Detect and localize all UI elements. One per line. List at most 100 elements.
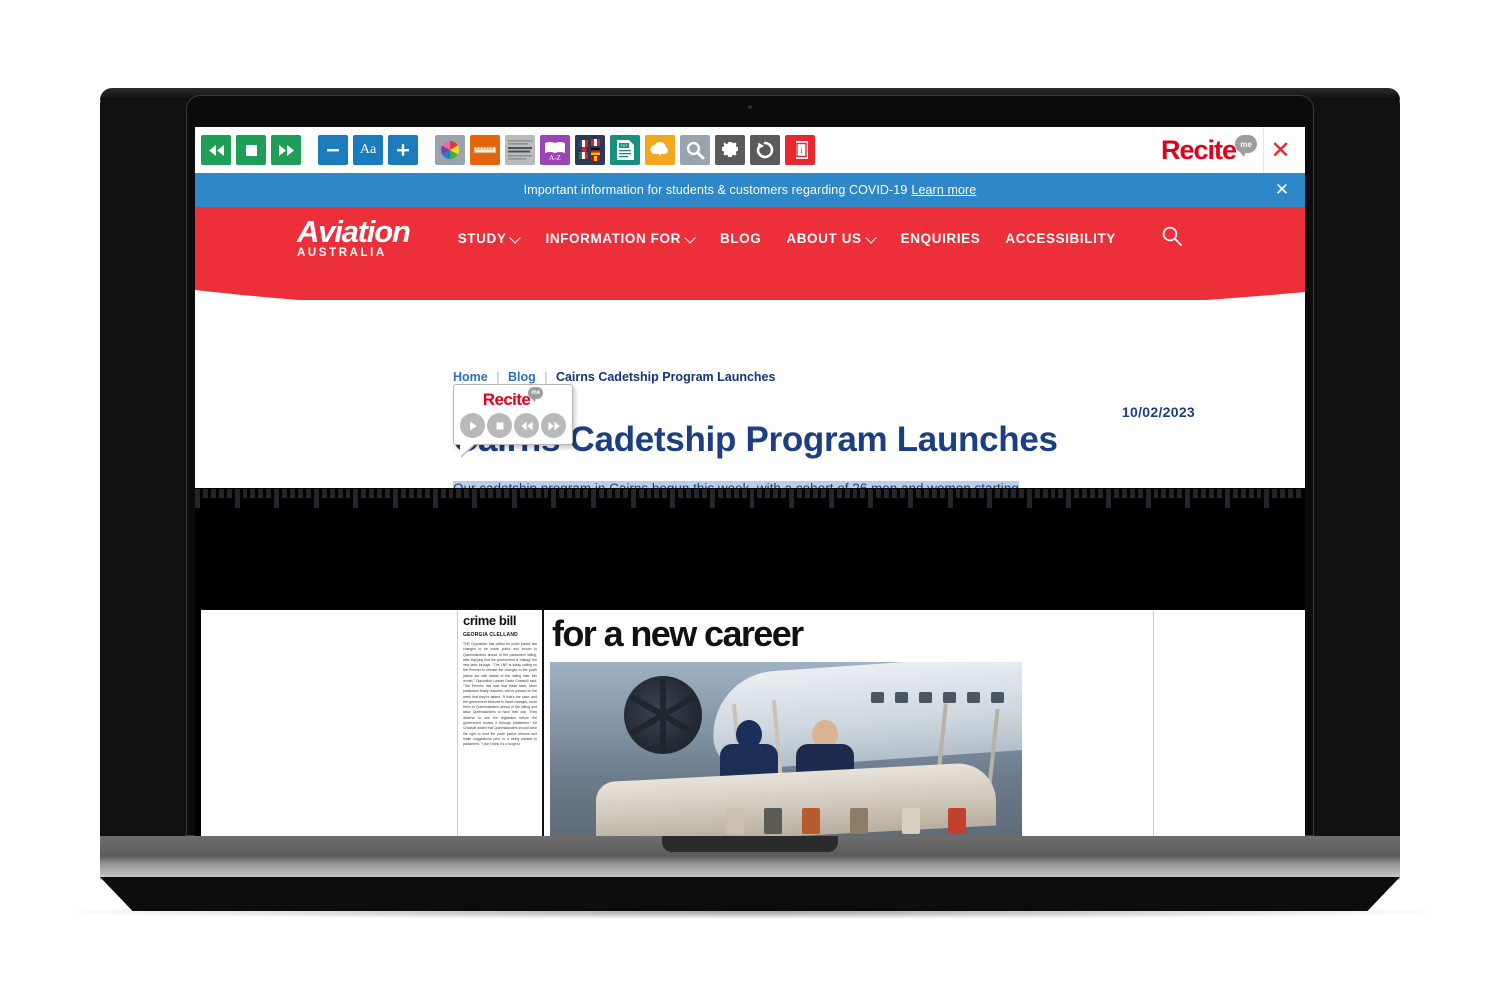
svg-text:TXT: TXT — [620, 143, 628, 148]
ruler-tick — [1058, 489, 1064, 498]
ruler-tick — [464, 489, 470, 498]
user-guide-button[interactable]: i — [785, 135, 815, 165]
covid-notice-banner: Important information for students & cus… — [195, 173, 1305, 207]
ruler-tick — [400, 489, 406, 498]
fast-forward-button[interactable] — [271, 135, 301, 165]
breadcrumb-home[interactable]: Home — [453, 370, 488, 384]
ruler-tick — [353, 489, 359, 508]
screenshot-stage: Aa A-Z TXT i Recite me ✕ Important infor… — [0, 0, 1500, 1000]
cloud-download-button[interactable] — [645, 135, 675, 165]
recite-tooltip-word: Recite — [482, 390, 531, 409]
increase-text-size-button[interactable] — [388, 135, 418, 165]
nav-item-accessibility[interactable]: ACCESSIBILITY — [1005, 231, 1116, 246]
ruler-tick — [321, 489, 327, 498]
play-button[interactable] — [460, 413, 485, 438]
ruler-tick — [1034, 489, 1040, 498]
clipping-main-story: for a new career — [544, 610, 1153, 836]
recite-tooltip-logo: Recite me — [459, 387, 567, 410]
ruler-tick — [828, 489, 834, 508]
laptop-shadow — [60, 905, 1440, 919]
ruler-tick — [1177, 489, 1183, 498]
ruler-tick — [337, 489, 343, 498]
article-page: Home | Blog | Cairns Cadetship Program L… — [195, 300, 1305, 518]
clipping-column-text: THE Opposition has called for youth just… — [463, 642, 537, 747]
ruler-tick — [1074, 489, 1080, 498]
newspaper-clipping-image: crime bill GEORGIA CLELLAND THE Oppositi… — [195, 610, 1305, 836]
ruler-tick — [583, 489, 589, 498]
colour-wheel-button[interactable] — [435, 135, 465, 165]
ruler-tick — [844, 489, 850, 498]
ruler-tick — [535, 489, 541, 498]
recite-me-tooltip: Recite me — [453, 384, 573, 445]
nav-item-list: STUDY INFORMATION FOR BLOG ABOUT US ENQU… — [458, 225, 1183, 252]
ruler-tick — [1272, 489, 1278, 498]
translate-button[interactable] — [575, 135, 605, 165]
laptop-screen: Aa A-Z TXT i Recite me ✕ Important infor… — [195, 127, 1305, 836]
ruler-tick — [1296, 489, 1302, 498]
ruler-tick — [963, 489, 969, 498]
ruler-tick — [852, 489, 858, 498]
nav-label: ENQUIRIES — [900, 230, 981, 246]
site-logo[interactable]: Aviation AUSTRALIA — [297, 216, 411, 260]
ruler-tick — [836, 489, 842, 498]
ruler-tick — [424, 489, 430, 498]
nav-item-about-us[interactable]: ABOUT US — [786, 231, 875, 246]
ruler-tick — [575, 489, 581, 498]
site-header: Aviation AUSTRALIA STUDY INFORMATION FOR… — [195, 207, 1305, 332]
magnifier-button[interactable] — [680, 135, 710, 165]
ruler-tick — [939, 489, 945, 498]
rewind-button[interactable] — [201, 135, 231, 165]
stop-button[interactable] — [487, 413, 512, 438]
ruler-tick — [488, 489, 494, 498]
paint-can — [764, 808, 782, 834]
ruler-tick — [1018, 489, 1024, 498]
decrease-text-size-button[interactable] — [318, 135, 348, 165]
ruler-tick — [591, 489, 597, 508]
stop-button[interactable] — [236, 135, 266, 165]
rewind-button[interactable] — [514, 413, 539, 438]
fast-forward-button[interactable] — [541, 413, 566, 438]
aircraft-window — [967, 692, 980, 703]
ruler-tick — [1185, 489, 1191, 508]
ruler-tick — [1026, 489, 1032, 508]
nav-label: ACCESSIBILITY — [1005, 230, 1116, 246]
close-banner-button[interactable]: ✕ — [1271, 173, 1293, 207]
nav-item-blog[interactable]: BLOG — [720, 231, 761, 246]
reset-button[interactable] — [750, 135, 780, 165]
covid-learn-more-link[interactable]: Learn more — [911, 183, 976, 197]
ruler-tick — [1010, 489, 1016, 498]
ruler-tick — [234, 489, 240, 508]
ruler-tick — [979, 489, 985, 498]
clipping-column-headline: crime bill — [463, 613, 517, 628]
close-toolbar-button[interactable]: ✕ — [1263, 127, 1297, 173]
nav-item-study[interactable]: STUDY — [458, 231, 521, 246]
screen-mask-button[interactable] — [505, 135, 535, 165]
ruler-tick — [599, 489, 604, 498]
font-aa-button[interactable]: Aa — [353, 135, 383, 165]
ruler-tick — [1264, 489, 1270, 508]
aircraft-window — [919, 692, 932, 703]
ruler-tick — [1232, 489, 1238, 498]
recite-logo-word: Recite — [1160, 134, 1237, 165]
reading-ruler-button[interactable] — [470, 135, 500, 165]
paint-can — [802, 808, 820, 834]
ruler-tick — [1240, 489, 1246, 498]
ruler-tick — [820, 489, 826, 498]
plain-text-button[interactable]: TXT — [610, 135, 640, 165]
chevron-down-icon — [867, 234, 876, 243]
recite-me-toolbar: Aa A-Z TXT i Recite me ✕ — [195, 127, 1305, 173]
nav-item-information-for[interactable]: INFORMATION FOR — [545, 231, 694, 246]
ruler-tick — [361, 489, 367, 498]
paint-can — [902, 808, 920, 834]
ruler-tick — [1066, 489, 1072, 508]
breadcrumb: Home | Blog | Cairns Cadetship Program L… — [453, 370, 775, 384]
gear-button[interactable] — [715, 135, 745, 165]
ruler-tick — [860, 489, 866, 498]
dictionary-button[interactable]: A-Z — [540, 135, 570, 165]
breadcrumb-blog[interactable]: Blog — [508, 370, 536, 384]
ruler-tick — [733, 489, 739, 498]
ruler-tick — [606, 489, 612, 498]
nav-item-enquiries[interactable]: ENQUIRIES — [901, 231, 981, 246]
ruler-tick — [717, 489, 723, 498]
search-icon[interactable] — [1161, 225, 1183, 252]
